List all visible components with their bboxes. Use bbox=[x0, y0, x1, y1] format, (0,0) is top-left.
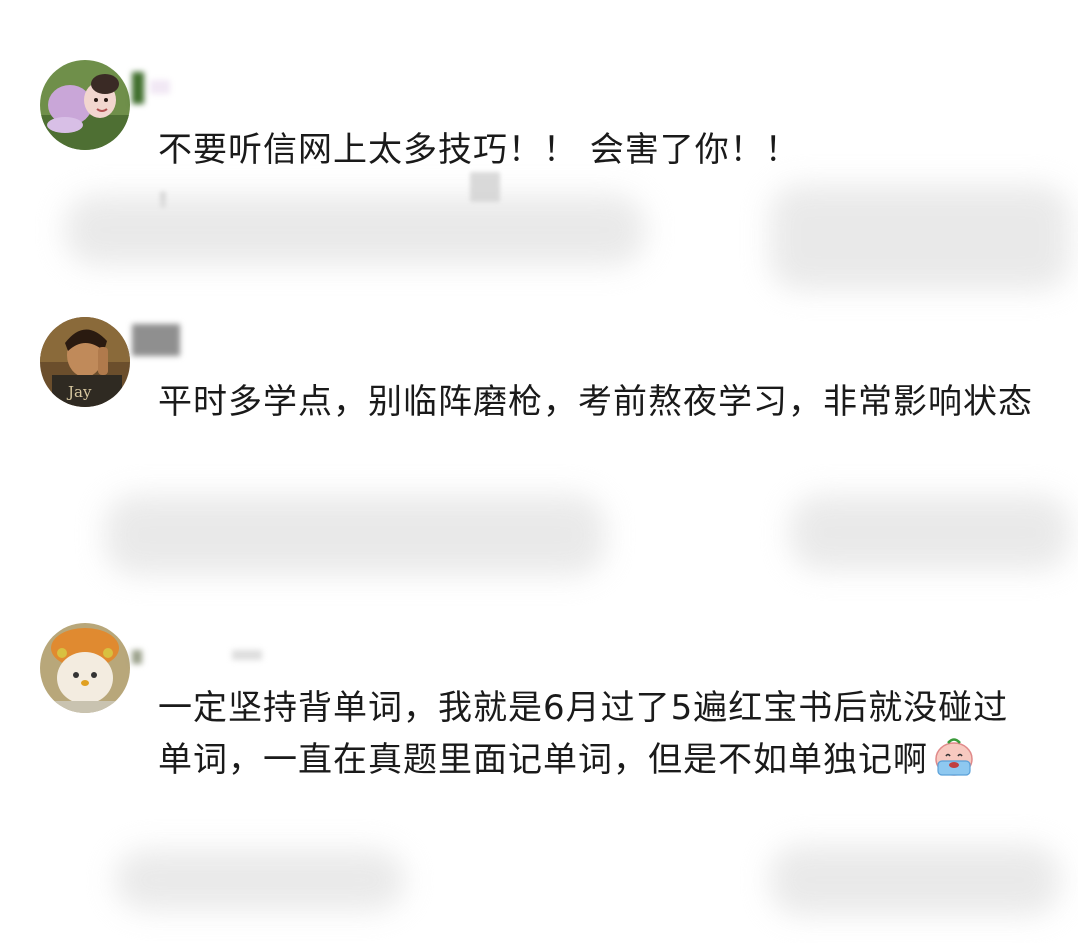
redaction-blur bbox=[770, 185, 1070, 290]
comment-text: 一定坚持背单词，我就是6月过了5遍红宝书后就没碰过单词，一直在真题里面记单词，但… bbox=[158, 682, 1038, 786]
cartoon-character-avatar-icon bbox=[40, 623, 130, 713]
boy-portrait-avatar-icon: Jay bbox=[40, 317, 130, 407]
redaction-blur bbox=[770, 845, 1060, 915]
comment-text: 不要听信网上太多技巧！！ 会害了你！！ bbox=[158, 130, 800, 170]
redaction-blur bbox=[470, 172, 500, 202]
redaction-blur bbox=[790, 495, 1070, 570]
user-avatar[interactable] bbox=[40, 623, 130, 713]
redaction-blur bbox=[65, 195, 645, 265]
comment-text-body: 一定坚持背单词，我就是6月过了5遍红宝书后就没碰过单词，一直在真题里面记单词，但… bbox=[158, 688, 1009, 780]
comment-item: 一定坚持背单词，我就是6月过了5遍红宝书后就没碰过单词，一直在真题里面记单词，但… bbox=[0, 600, 1078, 943]
username-redacted bbox=[132, 72, 172, 104]
redaction-blur bbox=[105, 495, 605, 575]
avatar-label: Jay bbox=[66, 383, 92, 401]
girl-portrait-avatar-icon bbox=[40, 60, 130, 150]
comment-text: 平时多学点，别临阵磨枪，考前熬夜学习，非常影响状态 bbox=[158, 382, 1033, 422]
comment-item: Jay 平时多学点，别临阵磨枪，考前熬夜学习，非常影响状态 bbox=[0, 300, 1078, 600]
crying-face-emoji-icon bbox=[932, 737, 976, 777]
redaction-blur bbox=[115, 850, 405, 910]
username-redacted bbox=[132, 640, 272, 672]
user-avatar[interactable] bbox=[40, 60, 130, 150]
user-avatar[interactable]: Jay bbox=[40, 317, 130, 407]
username-redacted bbox=[132, 324, 182, 356]
comment-item: 不要听信网上太多技巧！！ 会害了你！！ bbox=[0, 0, 1078, 300]
